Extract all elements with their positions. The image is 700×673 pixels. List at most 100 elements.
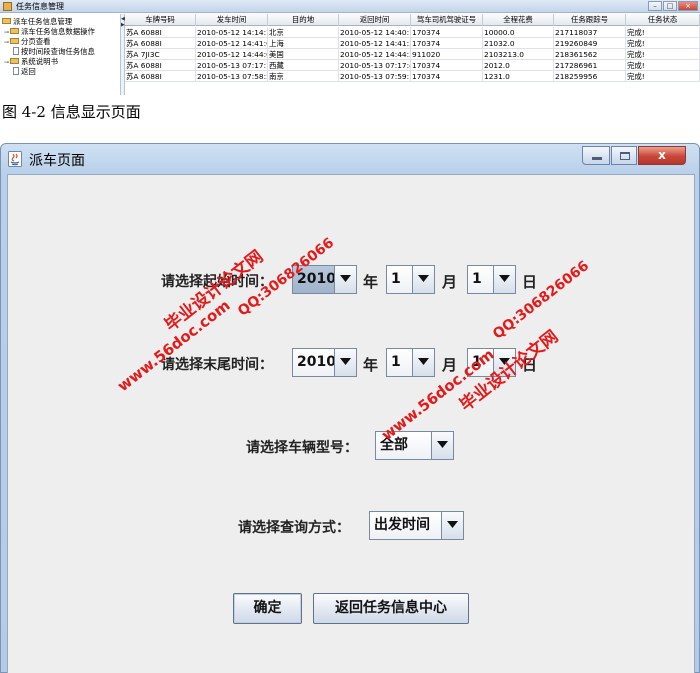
dropdown-arrow-icon[interactable] bbox=[431, 432, 453, 459]
query-mode-value: 出发时间 bbox=[374, 517, 430, 533]
table-cell[interactable]: 1231.0 bbox=[483, 71, 554, 82]
table-cell[interactable]: 完成! bbox=[626, 60, 700, 71]
table-cell[interactable]: 美国 bbox=[268, 49, 339, 60]
dropdown-arrow-icon[interactable] bbox=[441, 512, 463, 539]
table-cell[interactable]: 2010-05-12 14:41:0... bbox=[196, 38, 268, 49]
table-cell[interactable]: 217286961 bbox=[554, 60, 626, 71]
table-cell[interactable]: 2010-05-13 07:17:4... bbox=[339, 60, 411, 71]
table-cell[interactable]: 2012.0 bbox=[483, 60, 554, 71]
table-cell[interactable]: 170374 bbox=[411, 71, 483, 82]
column-header[interactable]: 任务状态 bbox=[626, 14, 700, 26]
table-row[interactable]: 苏A 6088I2010-05-13 07:58:5...南京2010-05-1… bbox=[125, 71, 700, 82]
start-day-value: 1 bbox=[472, 271, 482, 287]
dropdown-arrow-icon[interactable] bbox=[334, 266, 356, 293]
dropdown-arrow-icon[interactable] bbox=[412, 349, 434, 376]
table-cell[interactable]: 上海 bbox=[268, 38, 339, 49]
table-cell[interactable]: 苏A 6088I bbox=[125, 71, 196, 82]
table-cell[interactable]: 苏A 6088I bbox=[125, 27, 196, 38]
table-row[interactable]: 苏A 6088I2010-05-13 07:17:1...西藏2010-05-1… bbox=[125, 60, 700, 71]
table-cell[interactable]: 2010-05-12 14:14:1... bbox=[196, 27, 268, 38]
tree-item-paging[interactable]: ⊸ 分页查看 bbox=[4, 37, 51, 46]
dropdown-arrow-icon[interactable] bbox=[412, 266, 434, 293]
table-cell[interactable]: 170374 bbox=[411, 60, 483, 71]
table-cell[interactable]: 完成! bbox=[626, 49, 700, 60]
tree-item-root[interactable]: 派车任务信息管理 bbox=[2, 17, 72, 26]
table-cell[interactable]: 911020 bbox=[411, 49, 483, 60]
start-month-unit: 月 bbox=[442, 273, 458, 291]
table-row[interactable]: 苏A 6088I2010-05-12 14:41:0...上海2010-05-1… bbox=[125, 38, 700, 49]
table-cell[interactable]: 苏A 6088I bbox=[125, 38, 196, 49]
table-cell[interactable]: 完成! bbox=[626, 38, 700, 49]
tree-item-data-ops[interactable]: ⊸ 派车任务信息数据操作 bbox=[4, 27, 95, 36]
table-cell[interactable]: 北京 bbox=[268, 27, 339, 38]
close-button[interactable]: x bbox=[638, 146, 686, 165]
table-row[interactable]: 苏A 7JI3C2010-05-12 14:44:0...美国2010-05-1… bbox=[125, 49, 700, 60]
app-icon bbox=[3, 2, 12, 11]
dropdown-arrow-icon[interactable] bbox=[334, 349, 356, 376]
maximize-button[interactable]: □ bbox=[663, 1, 677, 11]
close-button[interactable]: × bbox=[678, 1, 698, 11]
table-row[interactable]: 苏A 6088I2010-05-12 14:14:1...北京2010-05-1… bbox=[125, 27, 700, 38]
table-cell[interactable]: 10000.0 bbox=[483, 27, 554, 38]
table-cell[interactable]: 21032.0 bbox=[483, 38, 554, 49]
table-cell[interactable]: 219260849 bbox=[554, 38, 626, 49]
tree-item-time-query[interactable]: 按时间段查询任务信息 bbox=[13, 47, 95, 56]
table-cell[interactable]: 2010-05-13 07:59:1... bbox=[339, 71, 411, 82]
table-cell[interactable]: 完成! bbox=[626, 71, 700, 82]
task-info-titlebar: 任务信息管理 – □ × bbox=[0, 0, 700, 13]
table-cell[interactable]: 苏A 7JI3C bbox=[125, 49, 196, 60]
minimize-button[interactable] bbox=[582, 146, 610, 165]
table-cell[interactable]: 2010-05-12 14:44:3... bbox=[339, 49, 411, 60]
query-mode-select[interactable]: 出发时间 bbox=[369, 511, 464, 540]
table-cell[interactable]: 2010-05-13 07:58:5... bbox=[196, 71, 268, 82]
end-year-unit: 年 bbox=[363, 356, 379, 374]
end-month-value: 1 bbox=[391, 354, 401, 370]
page-icon bbox=[13, 47, 19, 55]
table-cell[interactable]: 2010-05-12 14:41:3... bbox=[339, 38, 411, 49]
folder-icon bbox=[2, 18, 11, 24]
column-header[interactable]: 车牌号码 bbox=[125, 14, 196, 26]
dispatch-window-title: 派车页面 bbox=[29, 153, 85, 169]
maximize-button[interactable] bbox=[611, 146, 637, 165]
table-cell[interactable]: 170374 bbox=[411, 38, 483, 49]
table-cell[interactable]: 2010-05-12 14:40:1... bbox=[339, 27, 411, 38]
column-header[interactable]: 驾车司机驾驶证号 bbox=[411, 14, 483, 26]
table-cell[interactable]: 南京 bbox=[268, 71, 339, 82]
end-time-label: 请选择末尾时间： bbox=[161, 357, 273, 373]
table-cell[interactable]: 217118037 bbox=[554, 27, 626, 38]
column-header[interactable]: 目的地 bbox=[268, 14, 339, 26]
table-cell[interactable]: 2010-05-12 14:44:0... bbox=[196, 49, 268, 60]
table-cell[interactable]: 完成! bbox=[626, 27, 700, 38]
task-info-window: 任务信息管理 – □ × 派车任务信息管理 ⊸ 派车任务信息数据操作 ⊸ 分页查看 … bbox=[0, 0, 700, 95]
dropdown-arrow-icon[interactable] bbox=[493, 266, 515, 293]
column-header[interactable]: 全程花费 bbox=[483, 14, 554, 26]
window-controls: – □ × bbox=[647, 1, 698, 12]
task-info-title: 任务信息管理 bbox=[16, 2, 64, 11]
start-day-select[interactable]: 1 bbox=[467, 265, 516, 294]
minimize-button[interactable]: – bbox=[648, 1, 662, 11]
table-cell[interactable]: 苏A 6088I bbox=[125, 60, 196, 71]
back-to-task-center-button[interactable]: 返回任务信息中心 bbox=[313, 593, 469, 624]
start-month-select[interactable]: 1 bbox=[386, 265, 435, 294]
table-cell[interactable]: 218259956 bbox=[554, 71, 626, 82]
tree-item-manual[interactable]: ⊸ 系统说明书 bbox=[4, 57, 58, 66]
confirm-button[interactable]: 确定 bbox=[233, 593, 302, 624]
table-cell[interactable]: 2103213.0 bbox=[483, 49, 554, 60]
maximize-icon bbox=[620, 152, 630, 160]
column-header[interactable]: 任务跟踪号 bbox=[554, 14, 626, 26]
table-cell[interactable]: 2010-05-13 07:17:1... bbox=[196, 60, 268, 71]
end-month-select[interactable]: 1 bbox=[386, 348, 435, 377]
tree-item-return[interactable]: 返回 bbox=[13, 67, 36, 76]
figure-caption: 图 4-2 信息显示页面 bbox=[2, 103, 141, 121]
start-day-unit: 日 bbox=[522, 273, 538, 291]
task-table: 车牌号码 发车时间 目的地 返回时间 驾车司机驾驶证号 全程花费 任务跟踪号 任… bbox=[125, 14, 700, 95]
dispatch-content-panel: 请选择起始时间： 2010 年 1 月 1 日 请选择末尾时间： 2010 年 … bbox=[7, 174, 695, 673]
column-header[interactable]: 返回时间 bbox=[339, 14, 411, 26]
table-cell[interactable]: 西藏 bbox=[268, 60, 339, 71]
vehicle-type-label: 请选择车辆型号： bbox=[246, 440, 358, 456]
table-cell[interactable]: 218361562 bbox=[554, 49, 626, 60]
table-cell[interactable]: 170374 bbox=[411, 27, 483, 38]
end-year-select[interactable]: 2010 bbox=[292, 348, 357, 377]
column-header[interactable]: 发车时间 bbox=[196, 14, 268, 26]
start-year-unit: 年 bbox=[363, 273, 379, 291]
